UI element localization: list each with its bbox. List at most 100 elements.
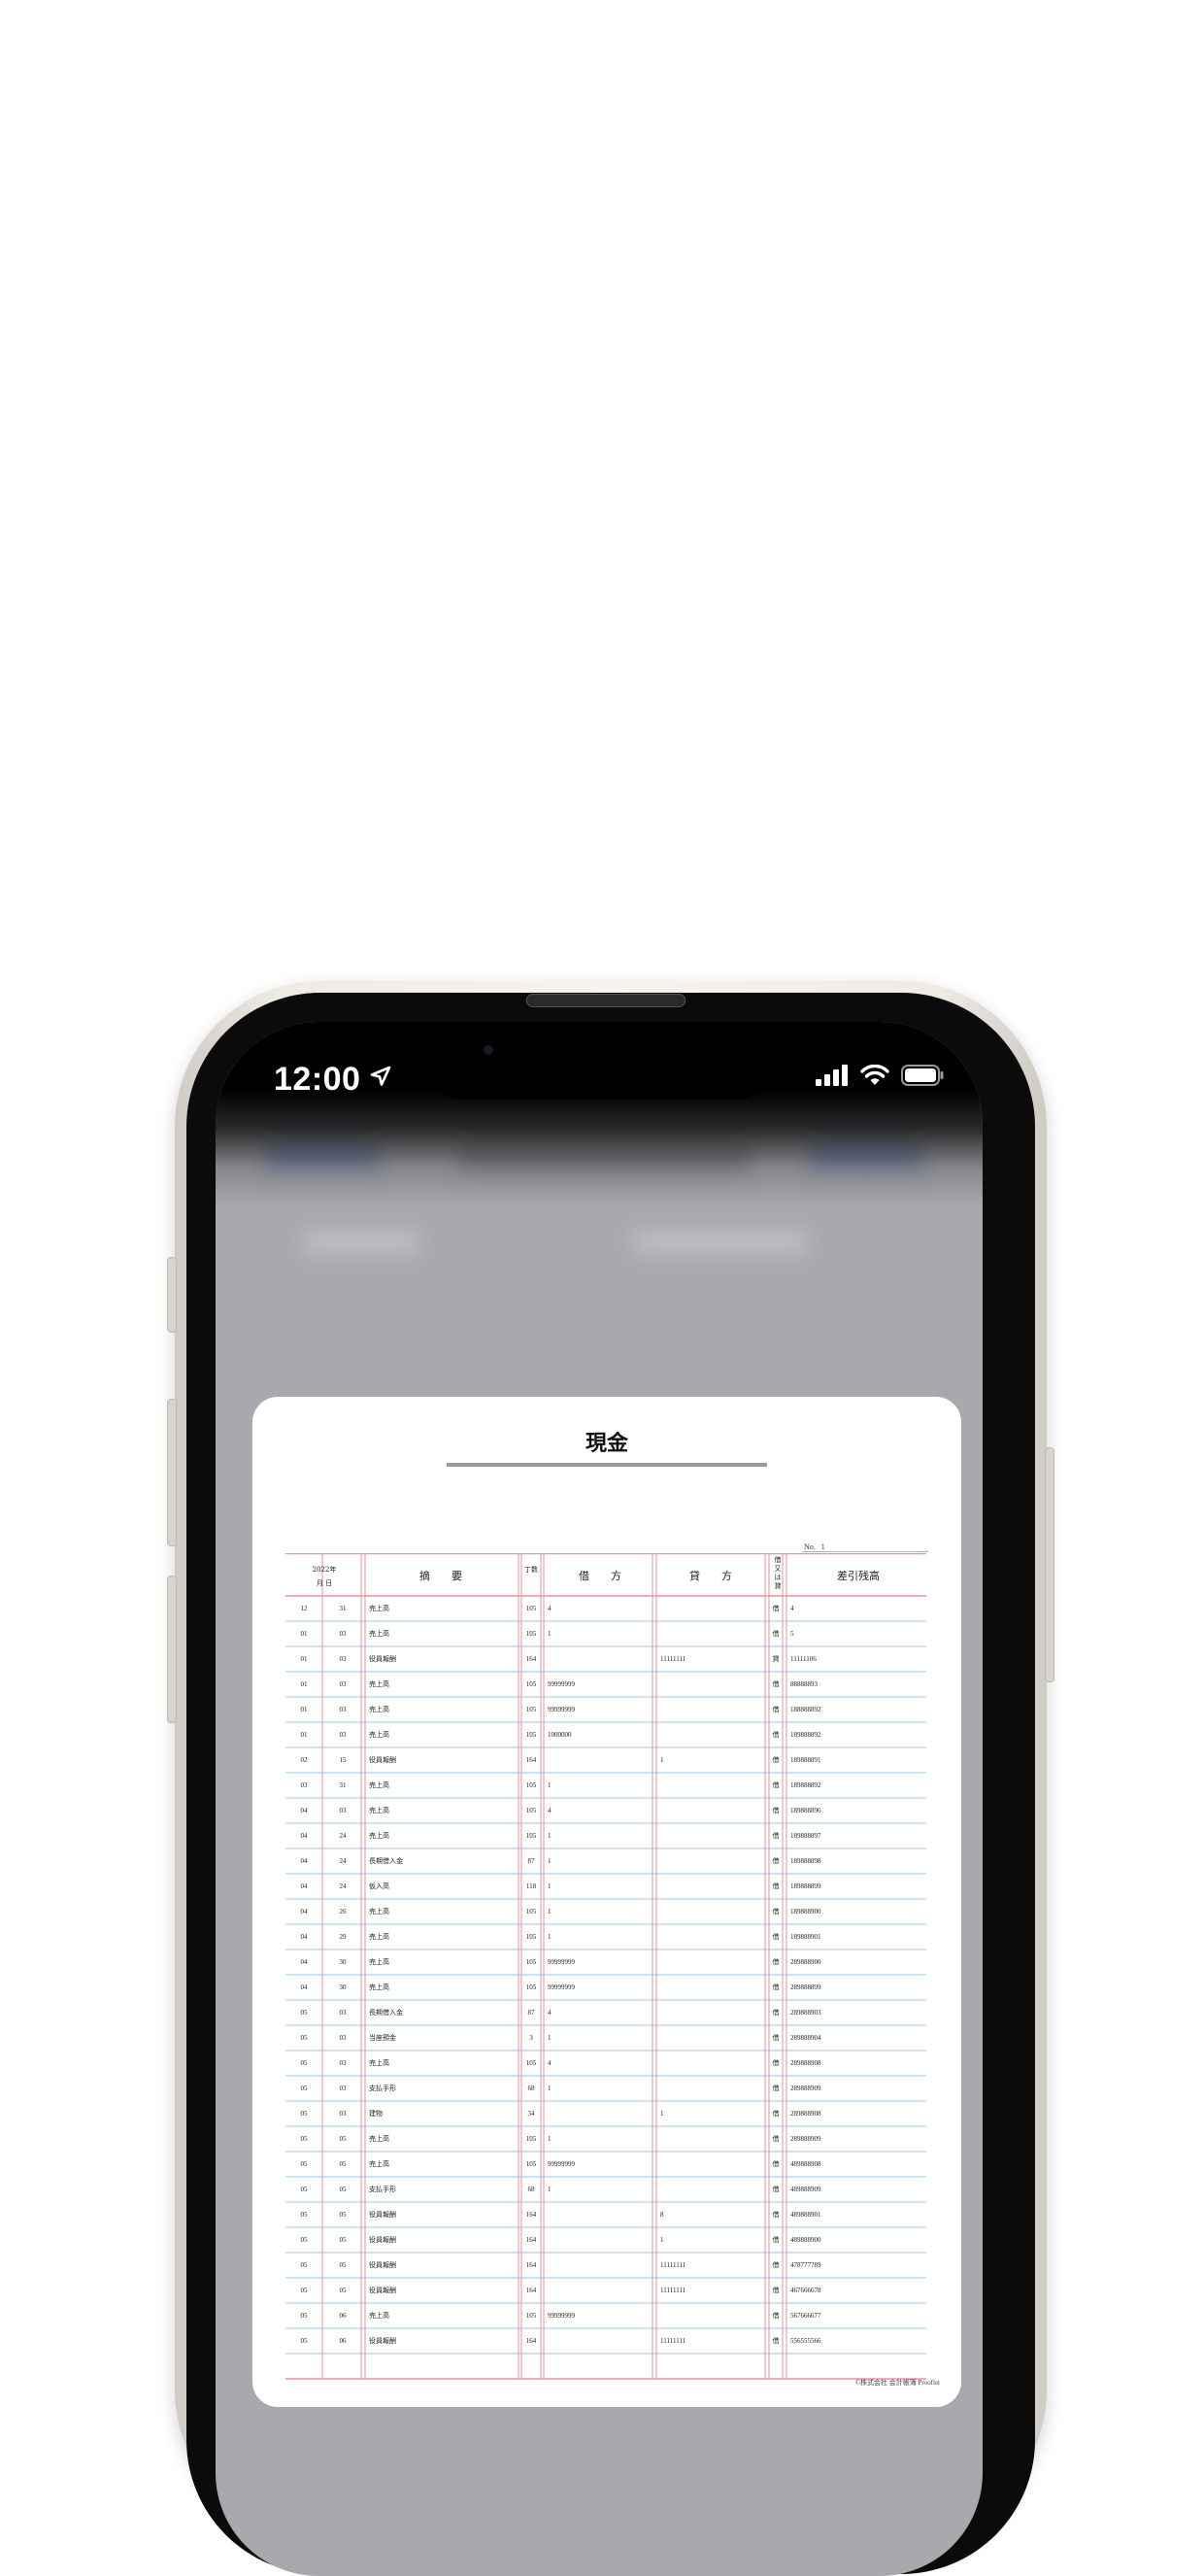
cell-folio: 105 (525, 2059, 537, 2067)
pdf-preview-sheet[interactable]: 現金 No. 1 2022年 月 日 摘 要 丁数 借 方 貸 方 借又は貸 差… (252, 1397, 961, 2407)
cell-day: 03 (339, 2059, 347, 2067)
silent-switch (167, 1257, 177, 1333)
cell-month: 04 (300, 1958, 308, 1966)
page-number-rule (802, 1551, 928, 1552)
cell-balance: 189888892 (790, 1781, 821, 1789)
cell-folio: 105 (525, 1630, 537, 1638)
cell-debit (548, 2227, 650, 2253)
cell-balance: 188888892 (790, 1706, 821, 1713)
cell-debit-credit: 借 (772, 1933, 780, 1941)
cell-debit-credit: 借 (772, 1857, 780, 1865)
cell-debit: 1 (548, 2034, 552, 2042)
cell-summary: 役員報酬 (369, 2236, 396, 2244)
cell-day: 05 (339, 2236, 347, 2244)
cell-month: 12 (300, 1605, 308, 1612)
cell-credit: 8 (660, 2211, 664, 2219)
cell-month: 05 (300, 2059, 308, 2067)
cell-debit: 4 (548, 1807, 552, 1814)
cell-folio: 105 (525, 2160, 537, 2168)
cell-balance: 189888900 (790, 1908, 821, 1915)
cell-debit-credit: 借 (772, 2135, 780, 2143)
cell-credit: 1 (660, 2110, 664, 2118)
cell-balance: 289888900 (790, 1958, 821, 1966)
cell-balance: 11111106 (790, 1655, 817, 1663)
cell-folio: 164 (525, 1756, 537, 1764)
cell-summary: 売上高 (369, 1807, 389, 1814)
cell-balance: 189888901 (790, 1933, 821, 1941)
cell-month: 05 (300, 2009, 308, 2017)
cell-summary: 役員報酬 (369, 2261, 396, 2269)
cell-summary: 長期借入金 (369, 1857, 403, 1865)
cell-month: 04 (300, 1908, 308, 1915)
cell-debit-credit: 借 (772, 1605, 780, 1612)
cell-credit (660, 1874, 762, 1899)
cell-balance: 4 (790, 1605, 794, 1612)
cell-debit-credit: 借 (772, 1781, 780, 1789)
cell-debit: 1 (548, 1781, 552, 1789)
cell-credit (660, 1672, 762, 1697)
cell-folio: 105 (525, 1706, 537, 1713)
cell-summary: 当座預金 (369, 2034, 396, 2042)
cell-credit (660, 2303, 762, 2328)
cell-month: 05 (300, 2312, 308, 2320)
cell-debit-credit: 借 (772, 2110, 780, 2118)
cell-credit (660, 1596, 762, 1621)
cell-folio: 105 (525, 1832, 537, 1840)
cell-credit (660, 1949, 762, 1975)
cell-folio: 34 (527, 2110, 535, 2118)
cell-debit: 1 (548, 1857, 552, 1865)
cell-day: 05 (339, 2186, 347, 2193)
cell-summary: 仮入高 (369, 1882, 389, 1890)
cell-summary: 売上高 (369, 1605, 389, 1612)
cell-summary: 売上高 (369, 1731, 389, 1739)
cell-day: 05 (339, 2261, 347, 2269)
cell-balance: 489888900 (790, 2236, 821, 2244)
cell-credit: 11111111 (660, 1655, 686, 1663)
cell-folio: 105 (525, 1781, 537, 1789)
cell-folio: 105 (525, 1958, 537, 1966)
cell-balance: 289888908 (790, 2110, 821, 2118)
cell-debit (548, 2202, 650, 2227)
cell-month: 04 (300, 1807, 308, 1814)
cell-day: 05 (339, 2211, 347, 2219)
cell-debit: 1 (548, 1908, 552, 1915)
cell-summary: 売上高 (369, 1680, 389, 1688)
cell-month: 05 (300, 2337, 308, 2345)
cell-folio: 164 (525, 2261, 537, 2269)
cell-credit (660, 1899, 762, 1924)
cell-folio: 164 (525, 2211, 537, 2219)
cell-balance: 489888901 (790, 2211, 821, 2219)
cell-folio: 87 (527, 1857, 535, 1865)
cell-month: 05 (300, 2236, 308, 2244)
volume-up-button (167, 1399, 177, 1546)
cell-debit-credit: 借 (772, 2085, 780, 2092)
page-number: No. 1 (804, 1542, 825, 1551)
cell-balance: 88888893 (790, 1680, 818, 1688)
cell-debit: 99999999 (548, 1706, 575, 1713)
cell-debit (548, 2101, 650, 2126)
cell-folio: 105 (525, 2135, 537, 2143)
cell-day: 15 (339, 1756, 347, 1764)
cell-summary: 建物 (369, 2110, 383, 2118)
cell-folio: 68 (527, 2085, 535, 2092)
cell-summary: 売上高 (369, 1933, 389, 1941)
cell-debit: 99999999 (548, 1983, 575, 1991)
cell-summary: 売上高 (369, 1908, 389, 1915)
cell-day: 05 (339, 2135, 347, 2143)
header-balance: 差引残高 (837, 1570, 880, 1582)
cell-balance: 5 (790, 1630, 794, 1638)
cell-balance: 478777789 (790, 2261, 821, 2269)
cell-balance: 289888899 (790, 1983, 821, 1991)
cell-folio: 105 (525, 2312, 537, 2320)
header-debit: 借 方 (579, 1570, 621, 1582)
cell-balance: 189888896 (790, 1807, 821, 1814)
cell-debit-credit: 借 (772, 2287, 780, 2294)
cell-debit-credit: 借 (772, 2009, 780, 2017)
cell-folio: 105 (525, 1908, 537, 1915)
cell-credit (660, 1848, 762, 1874)
cell-debit: 99999999 (548, 2312, 575, 2320)
cell-folio: 164 (525, 1655, 537, 1663)
cell-debit-credit: 借 (772, 2186, 780, 2193)
cell-day: 24 (339, 1832, 347, 1840)
cell-credit (660, 1773, 762, 1798)
